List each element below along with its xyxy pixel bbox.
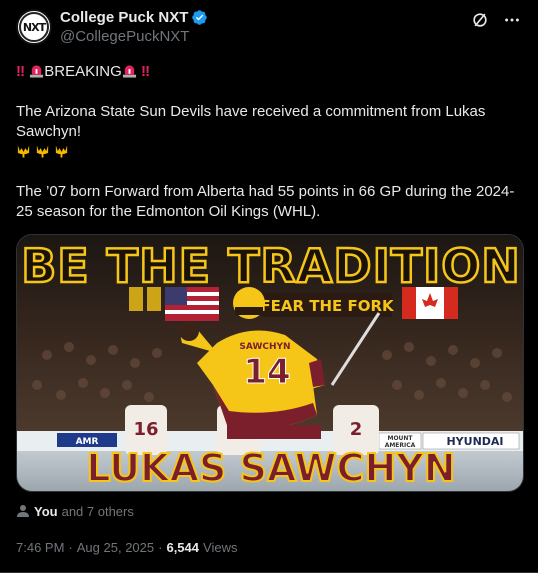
person-icon [17,505,29,517]
double-exclamation-emoji-icon: ‼ [16,63,26,80]
player-caption: LUKAS SAWCHYN [86,446,455,490]
svg-text:16: 16 [133,419,158,440]
pitchfork-emoji-icon [37,145,49,158]
meta-separator: · [68,540,73,555]
meta-separator: · [158,540,163,555]
liked-by-user: You [34,503,58,519]
breaking-label: BREAKING [44,63,122,80]
avatar-logo: NXT [19,12,49,42]
tweet-media-image[interactable]: FEAR THE FORK BE THE TRADITION AMR MOUNT… [16,234,524,492]
tweet-meta: 7:46 PM · Aug 25, 2025 · 6,544 Views [16,540,522,555]
tweet-date[interactable]: Aug 25, 2025 [77,540,154,555]
siren-emoji-icon [30,65,44,78]
liked-by-others: and 7 others [61,503,134,519]
header-actions [470,10,522,30]
pitchfork-emoji-icon [17,145,30,158]
pitchfork-emoji-icon [56,145,68,158]
avatar[interactable]: NXT [16,9,52,45]
tweet-card[interactable]: NXT College Puck NXT @CollegePuckNXT ‼ B… [0,0,538,573]
views-label: Views [203,540,238,555]
pitchfork-emojis [16,142,522,162]
siren-emoji-icon [122,65,136,78]
views-count: 6,544 [166,540,200,555]
verified-badge-icon[interactable] [191,9,208,26]
tweet-text: ‼ BREAKING ‼ The Arizona State Sun Devil… [16,62,522,222]
breaking-line: ‼ BREAKING ‼ [16,62,522,82]
fear-the-fork-banner: FEAR THE FORK [260,297,395,315]
media-headline: BE THE TRADITION [21,239,521,293]
jersey-name: SAWCHYN [239,342,290,352]
tweet-header: NXT College Puck NXT @CollegePuckNXT [16,8,522,52]
grok-icon[interactable] [470,10,490,30]
commitment-text: The Arizona State Sun Devils have receiv… [16,103,486,140]
liked-by-row[interactable]: You and 7 others [16,502,522,520]
more-options-icon[interactable] [502,10,522,30]
tweet-time[interactable]: 7:46 PM [16,540,64,555]
mount-america-ad: MOUNT [387,435,413,442]
author-display-name[interactable]: College Puck NXT [60,8,188,27]
author-name-row[interactable]: College Puck NXT [60,8,208,27]
stats-text: The ’07 born Forward from Alberta had 55… [16,183,515,220]
author-handle[interactable]: @CollegePuckNXT [60,27,208,46]
double-exclamation-emoji-icon: ‼ [140,63,150,80]
author-info: College Puck NXT @CollegePuckNXT [60,8,208,46]
jersey-number: 14 [243,352,290,392]
svg-text:2: 2 [350,419,363,440]
